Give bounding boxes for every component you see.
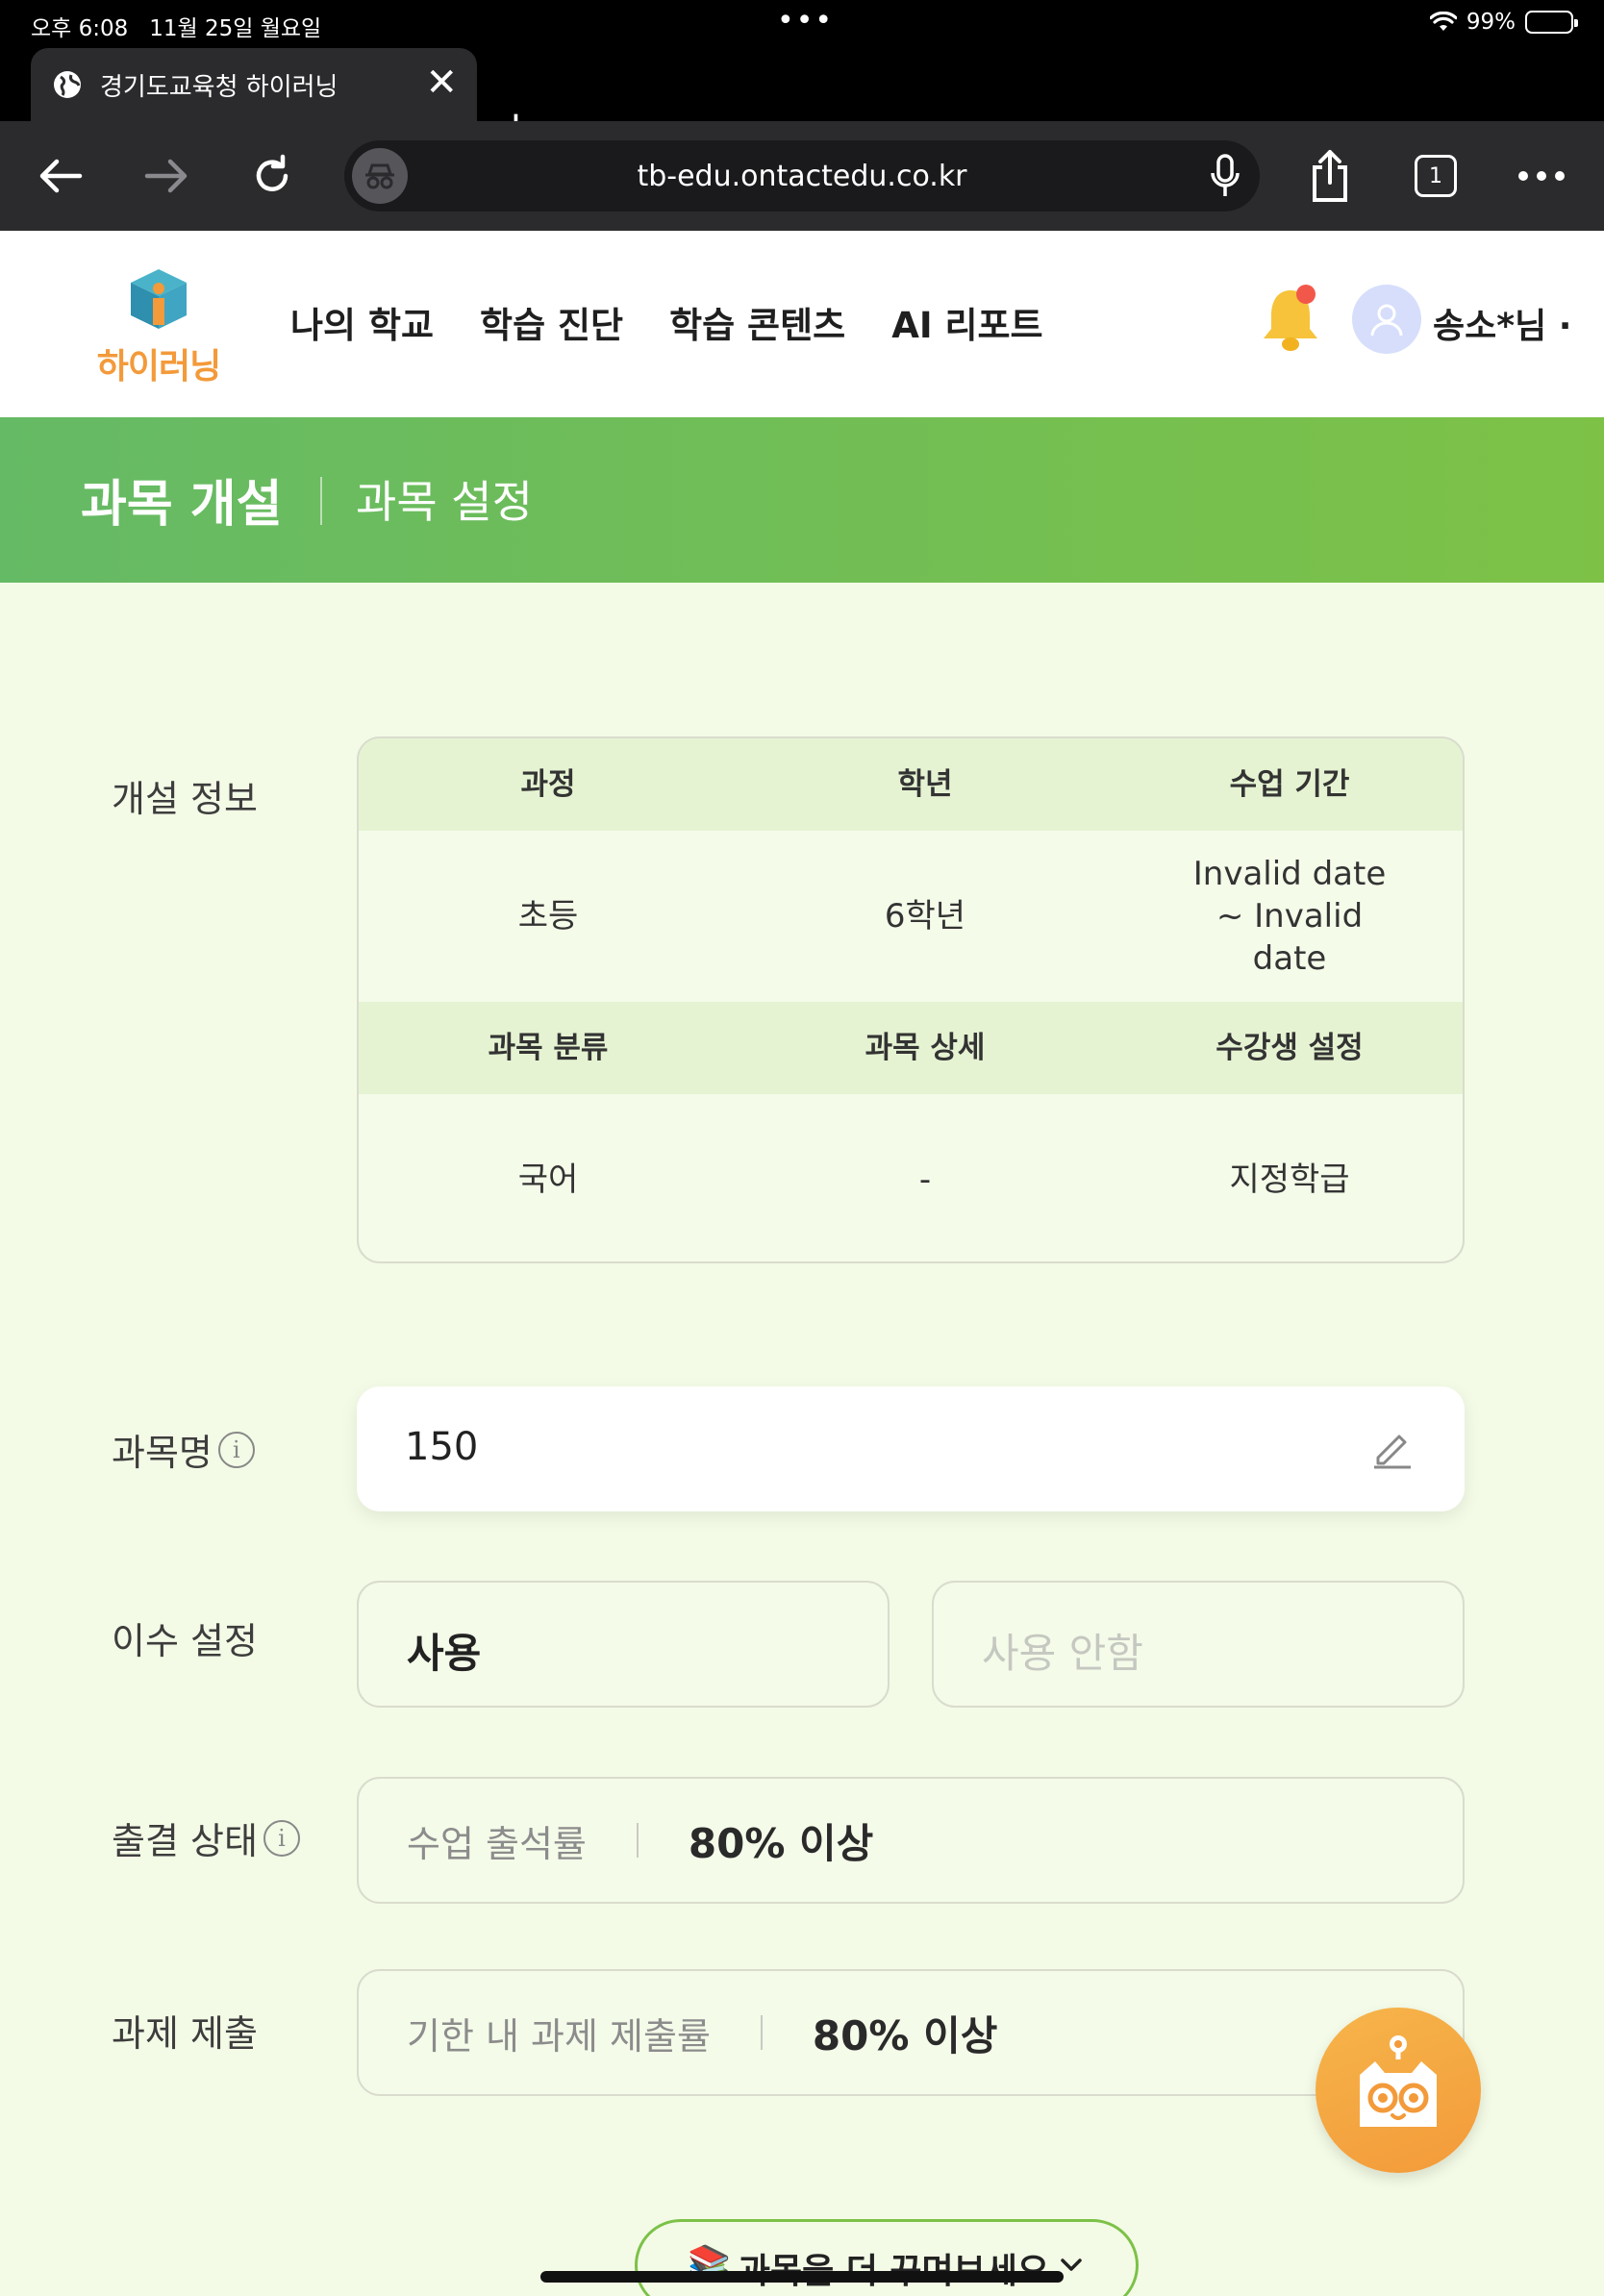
logo-text: 하이러닝 [96,347,221,387]
open-info-table: 과정 학년 수업 기간 초등 6학년 Invalid date ~ Invali… [357,736,1465,1263]
battery-icon [1525,11,1578,34]
header-grade: 학년 [897,767,953,802]
tabs-overview-button[interactable]: 1 [1404,144,1467,208]
course-name-field[interactable]: 150 [357,1386,1465,1511]
nav-my-school[interactable]: 나의 학교 [290,296,434,348]
status-bar: 오후 6:08 11월 25일 월요일 ••• 99% [0,0,1604,46]
reload-icon[interactable] [240,144,304,208]
chatbot-mascot-button[interactable] [1316,2008,1481,2173]
status-time: 오후 6:08 11월 25일 월요일 [31,16,322,41]
info-icon[interactable]: i [263,1819,300,1857]
class-period-text: Invalid date ~ Invalid date [1192,855,1387,978]
value-subject-category: 국어 [517,1160,579,1199]
share-icon[interactable] [1298,144,1362,208]
more-menu-icon[interactable] [1510,144,1573,208]
forward-icon[interactable] [135,144,198,208]
page-subtitle: 과목 설정 [356,476,533,528]
completion-label: 이수 설정 [112,1611,258,1664]
battery-percent: 99% [1466,10,1516,35]
course-name-label-text: 과목명 [112,1432,213,1474]
value-grade: 6학년 [884,897,966,936]
customize-course-button[interactable]: 📚 과목을 더 꾸며보세요 [635,2219,1139,2296]
table-row: 초등 6학년 Invalid date ~ Invalid date [359,831,1463,1002]
browser-tab[interactable]: 경기도교육청 하이러닝 ✕ [31,48,477,121]
header-subject-detail: 과목 상세 [865,1031,986,1065]
main-nav: 나의 학교 학습 진단 학습 콘텐츠 AI 리포트 [290,296,1043,348]
assignment-label-text: 과제 제출 [112,2012,258,2055]
cat-robot-icon [1360,2035,1437,2127]
nav-ai-report[interactable]: AI 리포트 [891,296,1042,348]
attendance-rate-key: 수업 출석률 [407,1822,587,1865]
completion-label-text: 이수 설정 [112,1620,258,1662]
table-header-row: 과목 분류 과목 상세 수강생 설정 [359,1002,1463,1094]
assignment-rate-value: 80% 이상 [812,2011,998,2059]
open-info-label: 개설 정보 [112,769,258,822]
close-tab-icon[interactable]: ✕ [425,63,458,102]
value-student-setting: 지정학급 [1229,1160,1350,1199]
customize-course-label: 과목을 더 꾸며보세요 [739,2243,1049,2293]
header-subject-category: 과목 분류 [488,1031,609,1065]
header-course: 과정 [520,767,576,802]
completion-use-option[interactable]: 사용 [357,1581,890,1708]
info-icon[interactable]: i [217,1431,255,1468]
divider [636,1823,639,1858]
divider [760,2015,763,2050]
tab-strip: 경기도교육청 하이러닝 ✕ + [0,46,1604,148]
address-bar[interactable]: tb-edu.ontactedu.co.kr [344,140,1260,212]
value-subject-detail: - [918,1160,932,1199]
edit-pencil-icon[interactable] [1368,1425,1415,1471]
multitasking-dots[interactable]: ••• [777,4,834,37]
assignment-label: 과제 제출 [112,2004,258,2057]
user-icon [1370,304,1403,337]
tab-count: 1 [1415,155,1457,197]
completion-use-label: 사용 [407,1630,482,1677]
attendance-label: 출결 상태 i [112,1811,300,1864]
table-row: 국어 - 지정학급 [359,1094,1463,1261]
browser-toolbar: tb-edu.ontactedu.co.kr 1 [0,121,1604,231]
value-course: 초등 [517,897,579,936]
course-name-value: 150 [405,1425,479,1469]
value-class-period: Invalid date ~ Invalid date [1113,831,1463,1002]
home-indicator[interactable] [540,2271,1064,2283]
course-name-label: 과목명 i [112,1423,255,1476]
site-logo[interactable]: 하이러닝 [88,265,229,388]
open-info-label-text: 개설 정보 [112,778,258,820]
attendance-label-text: 출결 상태 [112,1820,258,1862]
page-banner: 과목 개설 과목 설정 [0,417,1604,583]
back-icon[interactable] [29,144,92,208]
attendance-rate-box[interactable]: 수업 출석률 80% 이상 [357,1777,1465,1904]
tab-title: 경기도교육청 하이러닝 [100,72,338,102]
assignment-rate-box[interactable]: 기한 내 과제 제출률 80% 이상 [357,1969,1465,2096]
wifi-icon [1429,12,1457,31]
nav-learning-diagnosis[interactable]: 학습 진단 [480,296,623,348]
microphone-icon[interactable] [1206,152,1244,204]
table-header-row: 과정 학년 수업 기간 [359,738,1463,831]
avatar[interactable] [1352,285,1421,354]
completion-not-use-label: 사용 안함 [982,1630,1143,1677]
globe-icon [54,71,81,98]
status-right: 99% [1429,10,1578,35]
url-text: tb-edu.ontactedu.co.kr [637,160,967,193]
header-class-period: 수업 기간 [1229,767,1350,802]
page-title: 과목 개설 [81,476,283,534]
logo-cube-icon [131,269,187,329]
header-student-setting: 수강생 설정 [1216,1031,1364,1065]
completion-not-use-option[interactable]: 사용 안함 [932,1581,1465,1708]
title-divider [320,477,322,525]
assignment-rate-key: 기한 내 과제 제출률 [407,2014,711,2058]
attendance-rate-value: 80% 이상 [688,1819,874,1867]
user-name[interactable]: 송소*님 · [1433,298,1571,348]
notification-bell-icon[interactable] [1256,283,1325,356]
nav-learning-contents[interactable]: 학습 콘텐츠 [669,296,845,348]
site-header: 하이러닝 나의 학교 학습 진단 학습 콘텐츠 AI 리포트 송소*님 · [0,231,1604,417]
